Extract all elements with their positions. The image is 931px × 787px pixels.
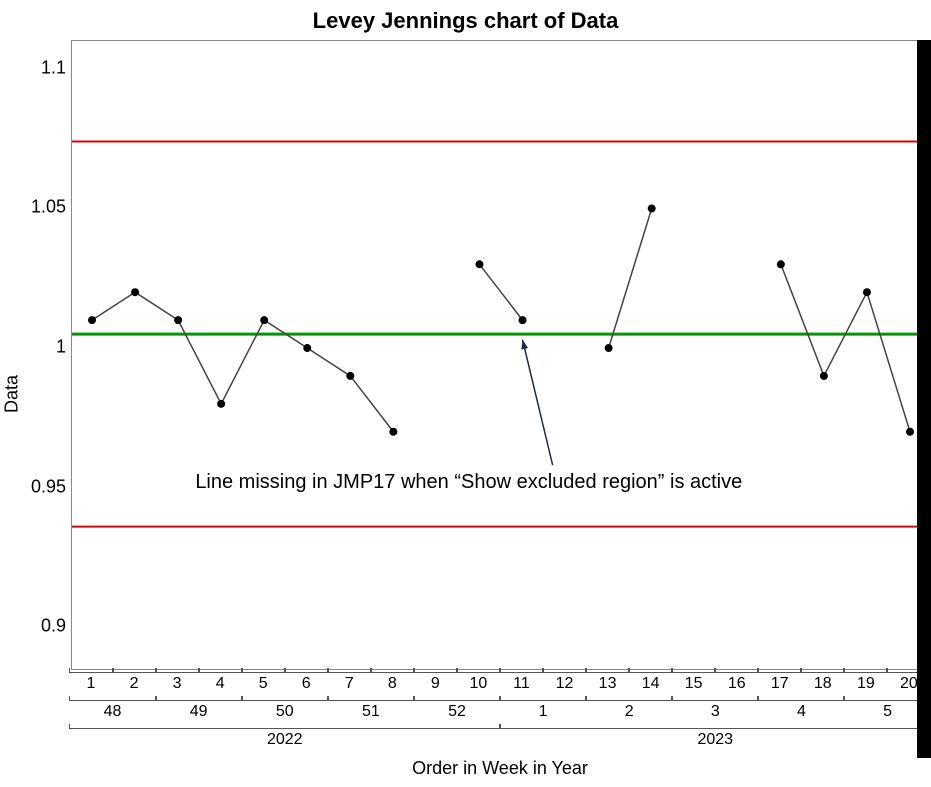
x-tick-week: 4 xyxy=(758,700,844,721)
x-tick-order: 2 xyxy=(113,672,156,693)
x-tick-week: 52 xyxy=(414,700,500,721)
x-tick-order: 3 xyxy=(156,672,199,693)
data-point[interactable] xyxy=(303,344,311,352)
chart-title: Levey Jennings chart of Data xyxy=(313,8,619,34)
right-black-strip xyxy=(917,40,931,758)
annotation-arrow xyxy=(523,340,553,466)
x-axis-order-row: 1234567891011121314151617181920 xyxy=(69,672,930,693)
x-axis-label: Order in Week in Year xyxy=(412,758,588,779)
y-tick-label: 1.1 xyxy=(0,57,66,78)
data-point[interactable] xyxy=(475,260,483,268)
x-tick-order: 12 xyxy=(543,672,586,693)
annotation-arrow-head xyxy=(521,340,528,350)
x-tick-week: 51 xyxy=(328,700,414,721)
y-tick-label: 1 xyxy=(0,337,66,358)
y-axis-label: Data xyxy=(2,374,23,412)
x-tick-order: 15 xyxy=(672,672,715,693)
data-point[interactable] xyxy=(88,316,96,324)
x-tick-order: 11 xyxy=(500,672,543,693)
x-tick-week: 2 xyxy=(586,700,672,721)
x-axis-year-row: 20222023 xyxy=(69,728,930,749)
x-tick-order: 14 xyxy=(629,672,672,693)
y-tick-label: 0.9 xyxy=(0,616,66,637)
x-tick-order: 17 xyxy=(758,672,801,693)
plot-svg xyxy=(72,41,930,669)
y-tick-label: 0.95 xyxy=(0,476,66,497)
x-tick-year: 2023 xyxy=(500,728,931,749)
x-tick-order: 7 xyxy=(328,672,371,693)
data-point[interactable] xyxy=(648,204,656,212)
data-point[interactable] xyxy=(605,344,613,352)
x-tick-week: 1 xyxy=(500,700,586,721)
x-axis-week-row: 484950515212345 xyxy=(69,700,930,721)
x-tick-year: 2022 xyxy=(69,728,500,749)
data-point[interactable] xyxy=(174,316,182,324)
data-point[interactable] xyxy=(777,260,785,268)
x-tick-order: 8 xyxy=(371,672,414,693)
x-tick-order: 16 xyxy=(715,672,758,693)
x-tick-order: 5 xyxy=(242,672,285,693)
data-line xyxy=(92,208,910,431)
x-tick-week: 48 xyxy=(69,700,155,721)
plot-area[interactable]: Line missing in JMP17 when “Show exclude… xyxy=(71,40,931,670)
data-point[interactable] xyxy=(906,428,914,436)
data-point[interactable] xyxy=(389,428,397,436)
data-point[interactable] xyxy=(260,316,268,324)
x-tick-order: 19 xyxy=(844,672,887,693)
x-tick-order: 6 xyxy=(285,672,328,693)
x-tick-order: 9 xyxy=(414,672,457,693)
data-point[interactable] xyxy=(131,288,139,296)
x-tick-week: 3 xyxy=(672,700,758,721)
x-tick-week: 50 xyxy=(242,700,328,721)
chart-container: Levey Jennings chart of Data Data 0.9 0.9… xyxy=(0,0,931,787)
data-point[interactable] xyxy=(346,372,354,380)
data-point[interactable] xyxy=(217,400,225,408)
data-point[interactable] xyxy=(820,372,828,380)
x-tick-order: 18 xyxy=(801,672,844,693)
x-tick-order: 13 xyxy=(586,672,629,693)
x-tick-order: 10 xyxy=(457,672,500,693)
data-point[interactable] xyxy=(519,316,527,324)
y-tick-label: 1.05 xyxy=(0,197,66,218)
x-tick-order: 1 xyxy=(69,672,112,693)
x-tick-week: 49 xyxy=(156,700,242,721)
annotation-text: Line missing in JMP17 when “Show exclude… xyxy=(195,471,742,494)
x-tick-order: 4 xyxy=(199,672,242,693)
data-point[interactable] xyxy=(863,288,871,296)
